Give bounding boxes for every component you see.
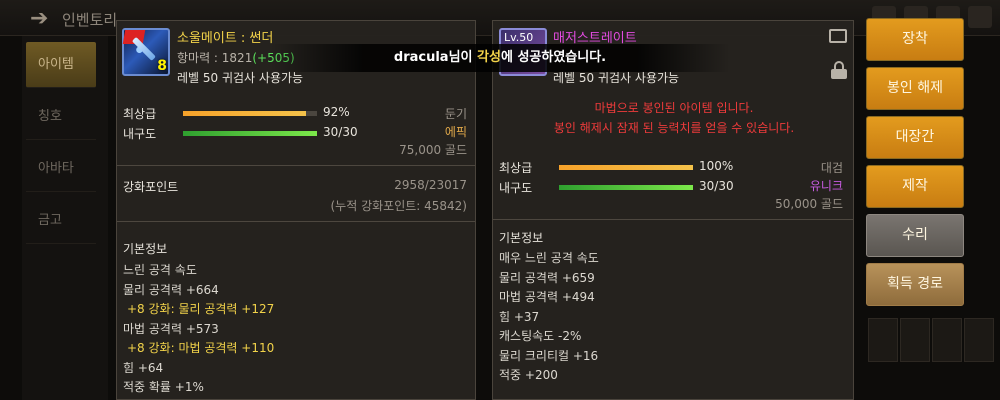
stat-line: 물리 크리티컬 +16 xyxy=(499,348,599,363)
tab-titles[interactable]: 칭호 xyxy=(26,94,96,140)
durability-bar xyxy=(559,185,693,190)
tab-vault[interactable]: 금고 xyxy=(26,198,96,244)
stat-line: 캐스팅속도 -2% xyxy=(499,329,582,343)
weapon-type: 대검 xyxy=(820,161,843,175)
divider xyxy=(117,165,475,166)
reinforce-label: 강화포인트 xyxy=(123,180,179,194)
back-arrow-icon[interactable]: ➔ xyxy=(30,6,48,31)
inventory-slot[interactable] xyxy=(900,318,930,362)
stat-line: 힘 +37 xyxy=(499,309,540,324)
stat-line: 느린 공격 속도 xyxy=(123,263,197,277)
inventory-grid xyxy=(860,300,1000,400)
sword-item-icon: 8 xyxy=(122,28,170,76)
inventory-slot[interactable] xyxy=(964,318,994,362)
item-price: 50,000 골드 xyxy=(775,197,843,211)
rarity-label: 에픽 xyxy=(444,125,467,139)
craft-button[interactable]: 제작 xyxy=(866,165,964,208)
reinforce-value: 2958/23017 xyxy=(394,178,467,192)
stat-line: 마법 공격력 +573 xyxy=(123,321,219,336)
lock-icon[interactable] xyxy=(831,61,847,79)
divider xyxy=(117,221,475,222)
enhance-stat-line: +8 강화: 물리 공격력 +127 xyxy=(127,302,275,316)
item-name: 소울메이트 : 썬더 xyxy=(177,31,274,46)
equipped-item-tooltip: 8 소울메이트 : 썬더 항마력 : 1821(+505) 레벨 50 귀검사 … xyxy=(116,20,476,400)
basic-info-title: 기본정보 xyxy=(499,231,544,245)
durability-row: 내구도 30/30 xyxy=(123,125,358,141)
stat-line: 힘 +64 xyxy=(123,360,164,375)
sealed-message: 마법으로 봉인된 아이템 입니다. xyxy=(594,101,754,115)
acquire-path-button[interactable]: 획득 경로 xyxy=(866,263,964,306)
grade-row: 최상급 92% xyxy=(123,105,350,121)
blacksmith-button[interactable]: 대장간 xyxy=(866,116,964,159)
tab-avatar[interactable]: 아바타 xyxy=(26,146,96,192)
stat-line: 적중 +200 xyxy=(499,368,558,382)
unseal-button[interactable]: 봉인 해제 xyxy=(866,67,964,110)
close-icon[interactable] xyxy=(968,6,992,28)
tab-items[interactable]: 아이템 xyxy=(26,42,96,88)
stat-line: 매우 느린 공격 속도 xyxy=(499,251,599,265)
action-button-column: 장착 봉인 해제 대장간 제작 수리 획득 경로 xyxy=(866,18,966,312)
share-icon[interactable] xyxy=(829,29,847,43)
rarity-label: 유니크 xyxy=(809,179,843,193)
inventory-slot[interactable] xyxy=(868,318,898,362)
equip-button[interactable]: 장착 xyxy=(866,18,964,61)
grade-bar xyxy=(183,111,307,116)
durability-bar xyxy=(183,131,317,136)
basic-info-title: 기본정보 xyxy=(123,242,168,256)
repair-button[interactable]: 수리 xyxy=(866,214,964,257)
stat-line: 마법 공격력 +494 xyxy=(499,290,595,304)
durability-row: 내구도 30/30 xyxy=(499,179,734,195)
stat-line: 물리 공격력 +664 xyxy=(123,282,219,297)
stat-line: 적중 확률 +1% xyxy=(123,380,204,394)
inventory-side-tabs: 아이템 칭호 아바타 금고 xyxy=(22,36,108,400)
screen-title: 인벤토리 xyxy=(62,11,118,29)
stat-line: 물리 공격력 +659 xyxy=(499,270,595,285)
enhance-stat-line: +8 강화: 마법 공격력 +110 xyxy=(127,341,275,355)
grade-row: 최상급 100% xyxy=(499,159,734,175)
divider xyxy=(493,219,853,220)
compared-item-tooltip: Lv.50 매저스트레이트 레벨 50 귀검사 사용가능 마법으로 봉인된 아이… xyxy=(492,20,854,400)
stat-list: 매우 느린 공격 속도 물리 공격력 +659 마법 공격력 +494 힘 +3… xyxy=(499,249,599,386)
item-price: 75,000 골드 xyxy=(399,143,467,157)
stat-list: 느린 공격 속도 물리 공격력 +664 +8 강화: 물리 공격력 +127 … xyxy=(123,261,274,398)
weapon-type: 둔기 xyxy=(444,107,467,121)
inventory-slot[interactable] xyxy=(932,318,962,362)
system-notification: dracula님이 각성에 성공하였습니다. xyxy=(270,44,730,72)
sealed-message: 봉인 해제시 잠재 된 능력치를 얻을 수 있습니다. xyxy=(553,121,795,135)
grade-bar xyxy=(559,165,693,170)
reinforce-total: (누적 강화포인트: 45842) xyxy=(330,199,468,213)
